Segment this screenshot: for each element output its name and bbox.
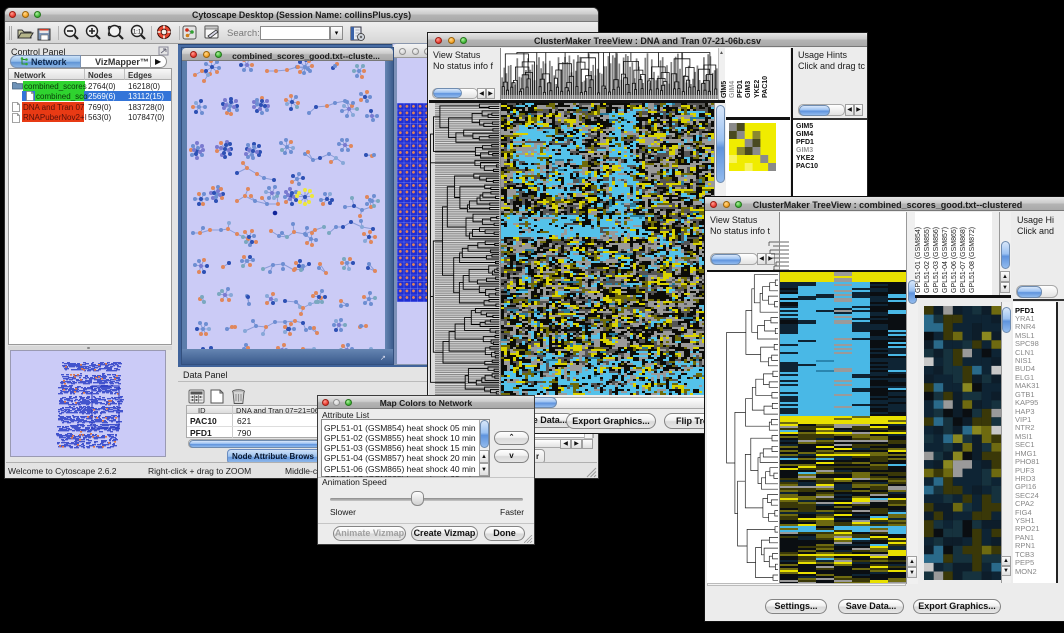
svg-text:1:1: 1:1 [133, 29, 142, 35]
